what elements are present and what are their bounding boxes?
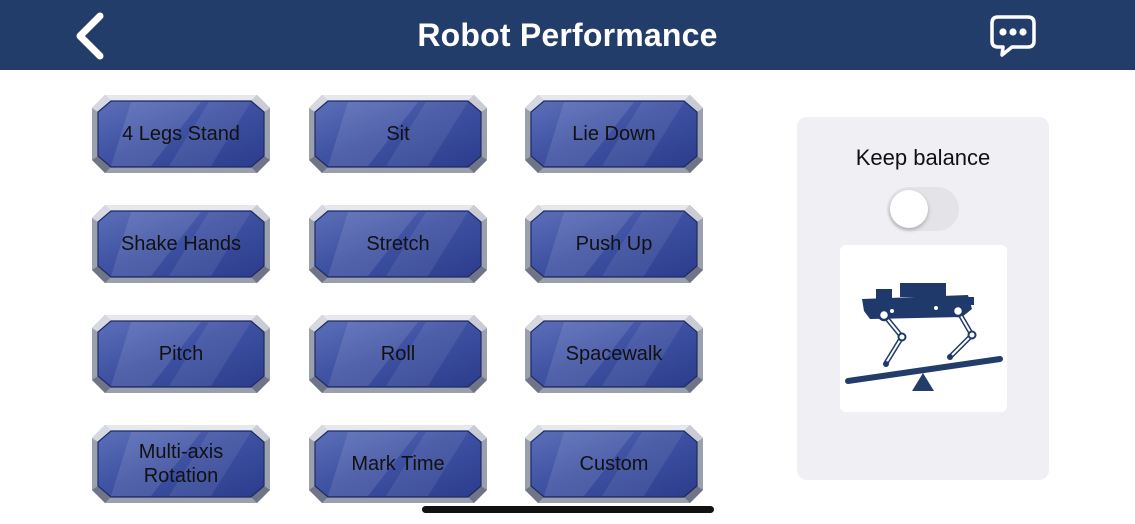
action-button-label: Custom (579, 453, 649, 475)
action-button[interactable]: Multi-axis Rotation (91, 424, 271, 504)
chat-bubble-icon (990, 15, 1036, 57)
action-button[interactable]: Mark Time (308, 424, 488, 504)
action-button-label: Shake Hands (120, 233, 242, 255)
action-button[interactable]: Stretch (308, 204, 488, 284)
action-button-label: Spacewalk (565, 343, 663, 365)
balance-illustration (840, 245, 1007, 412)
action-button[interactable]: Push Up (524, 204, 704, 284)
top-bar: Robot Performance (0, 0, 1135, 70)
home-indicator[interactable] (422, 506, 714, 513)
robot-dog-balance-icon (845, 283, 1003, 391)
back-button[interactable] (68, 10, 116, 62)
action-button[interactable]: 4 Legs Stand (91, 94, 271, 174)
keep-balance-label: Keep balance (855, 145, 991, 170)
chat-button[interactable] (988, 11, 1038, 61)
action-button[interactable]: Shake Hands (91, 204, 271, 284)
action-button-label: Push Up (575, 233, 653, 255)
page-title: Robot Performance (417, 17, 718, 53)
keep-balance-toggle[interactable] (887, 187, 959, 231)
action-button-label: Mark Time (351, 453, 445, 475)
action-button-label: Pitch (158, 343, 204, 365)
chevron-left-icon (76, 12, 104, 60)
action-button-label: Sit (386, 123, 410, 145)
action-button-label: Stretch (366, 233, 430, 255)
action-button[interactable]: Custom (524, 424, 704, 504)
toggle-knob (890, 190, 928, 228)
action-button-label: Roll (380, 343, 416, 365)
action-button[interactable]: Spacewalk (524, 314, 704, 394)
action-button[interactable]: Pitch (91, 314, 271, 394)
keep-balance-panel: Keep balance (797, 117, 1049, 480)
action-button-label: Lie Down (572, 123, 656, 145)
action-button-label: 4 Legs Stand (122, 123, 240, 145)
action-button[interactable]: Lie Down (524, 94, 704, 174)
action-button[interactable]: Sit (308, 94, 488, 174)
action-button[interactable]: Roll (308, 314, 488, 394)
action-button-label: Multi-axis Rotation (138, 441, 224, 487)
